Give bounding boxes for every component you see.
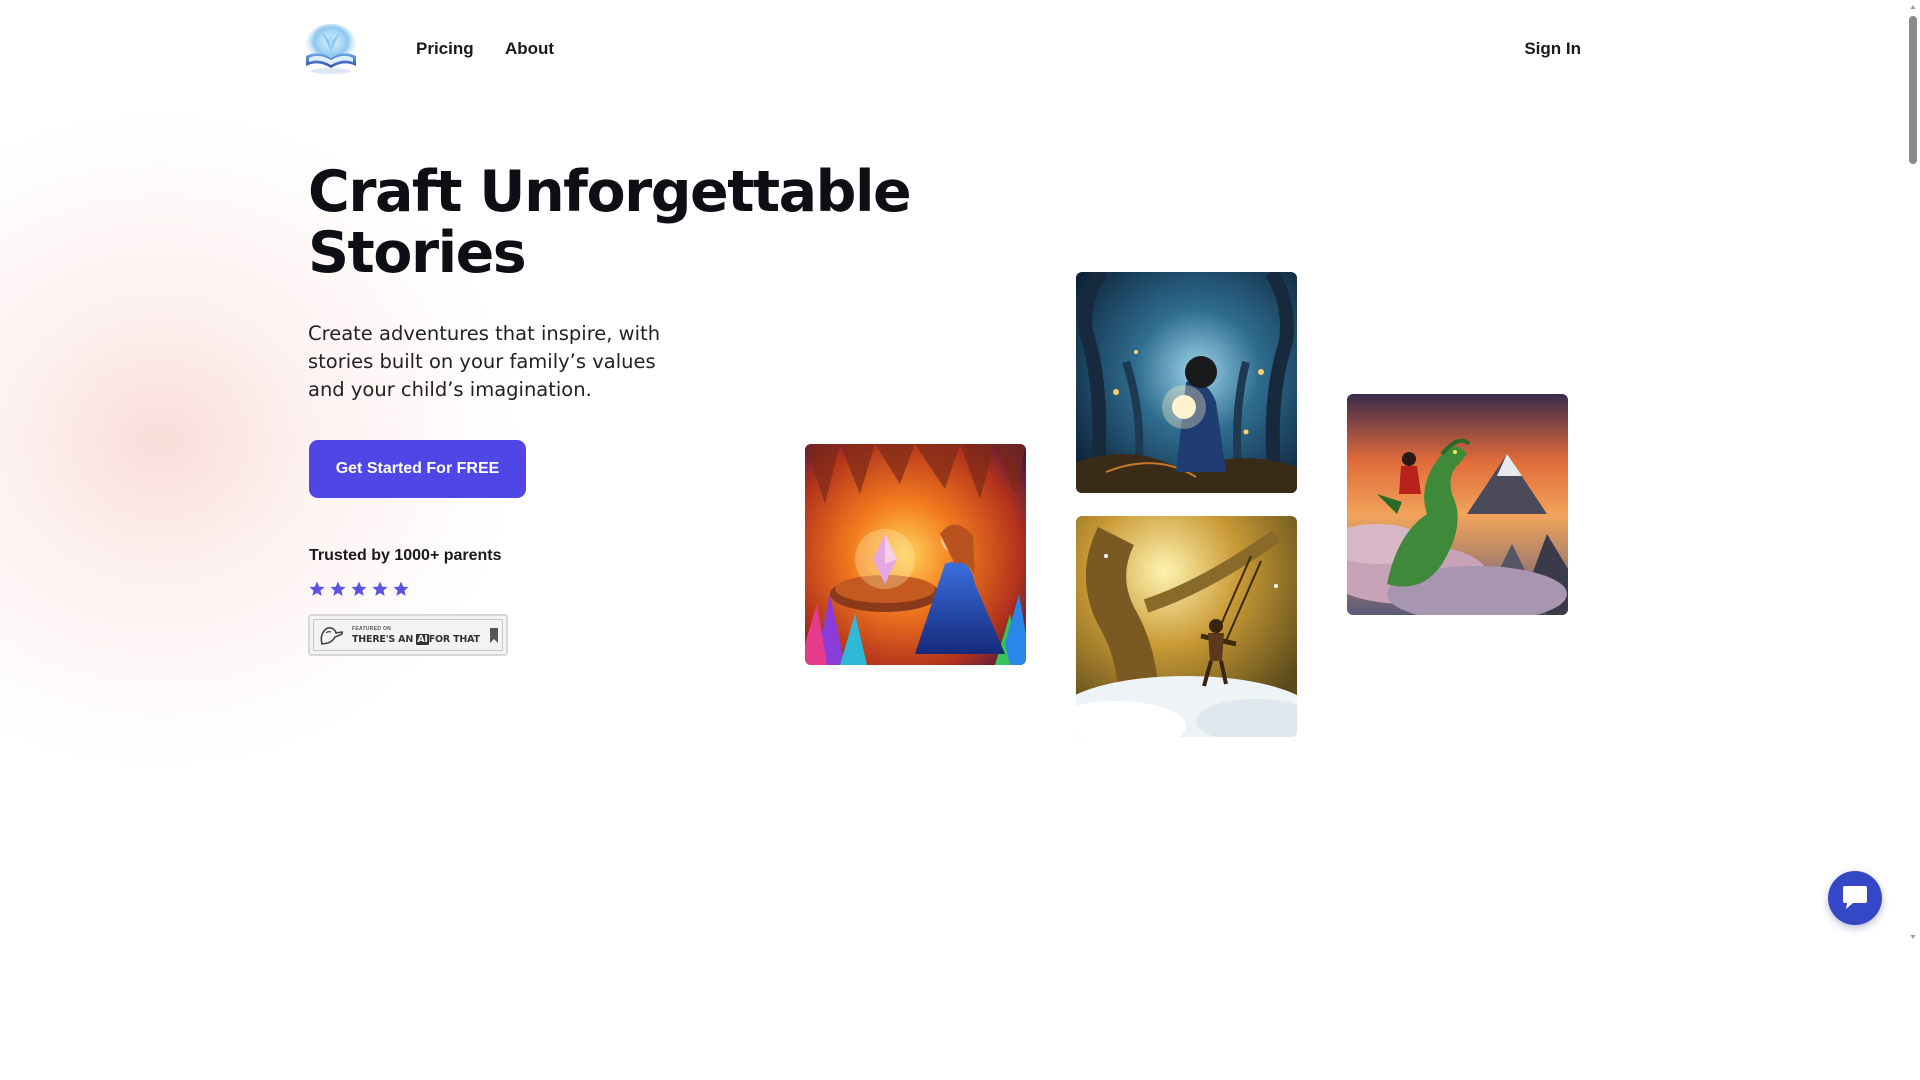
crystal-cave-princess-image [805, 444, 1026, 665]
star-icon [351, 581, 367, 596]
featured-badge[interactable]: FEATURED ON THERE'S AN AIFOR THAT [308, 614, 508, 656]
hero-subtitle: Create adventures that inspire, with sto… [308, 322, 661, 401]
nav-pricing-link[interactable]: Pricing [416, 38, 474, 60]
bookmark-icon [490, 628, 498, 643]
badge-title: THERE'S AN AIFOR THAT [352, 634, 480, 645]
scroll-up-arrow-icon[interactable] [1910, 4, 1916, 10]
star-icon [393, 581, 409, 596]
scroll-down-arrow-icon[interactable] [1910, 934, 1916, 940]
hero-title-line-1: Craft Unforgettable [308, 159, 912, 225]
badge-title-ai: AI [416, 634, 429, 645]
star-icon [309, 581, 325, 596]
badge-title-post: FOR THAT [428, 634, 480, 645]
enchanted-forest-child-image [1076, 272, 1297, 493]
get-started-button[interactable]: Get Started For FREE [309, 440, 526, 498]
open-book-logo-icon[interactable] [300, 22, 362, 76]
hand-icon [320, 627, 344, 645]
nav-about-link[interactable]: About [505, 38, 554, 60]
star-icon [330, 581, 346, 596]
badge-featured-on: FEATURED ON [352, 626, 392, 632]
hero-title-line-2: Stories [308, 220, 527, 286]
sign-in-link[interactable]: Sign In [1524, 38, 1581, 60]
landing-page: Pricing About Sign In Craft Unforgettabl… [0, 0, 1920, 1080]
golden-tree-swing-image [1076, 516, 1297, 737]
star-rating [308, 580, 410, 598]
hero-title: Craft Unforgettable Stories [308, 162, 1028, 284]
dragon-mountains-image [1347, 394, 1568, 615]
chat-bubble-icon [1843, 886, 1867, 909]
star-icon [372, 581, 388, 596]
badge-title-pre: THERE'S AN [352, 634, 414, 645]
chat-button[interactable] [1828, 871, 1882, 925]
page-scrollbar[interactable] [1906, 0, 1920, 1080]
trusted-text: Trusted by 1000+ parents [309, 547, 502, 564]
scrollbar-thumb[interactable] [1909, 16, 1917, 164]
